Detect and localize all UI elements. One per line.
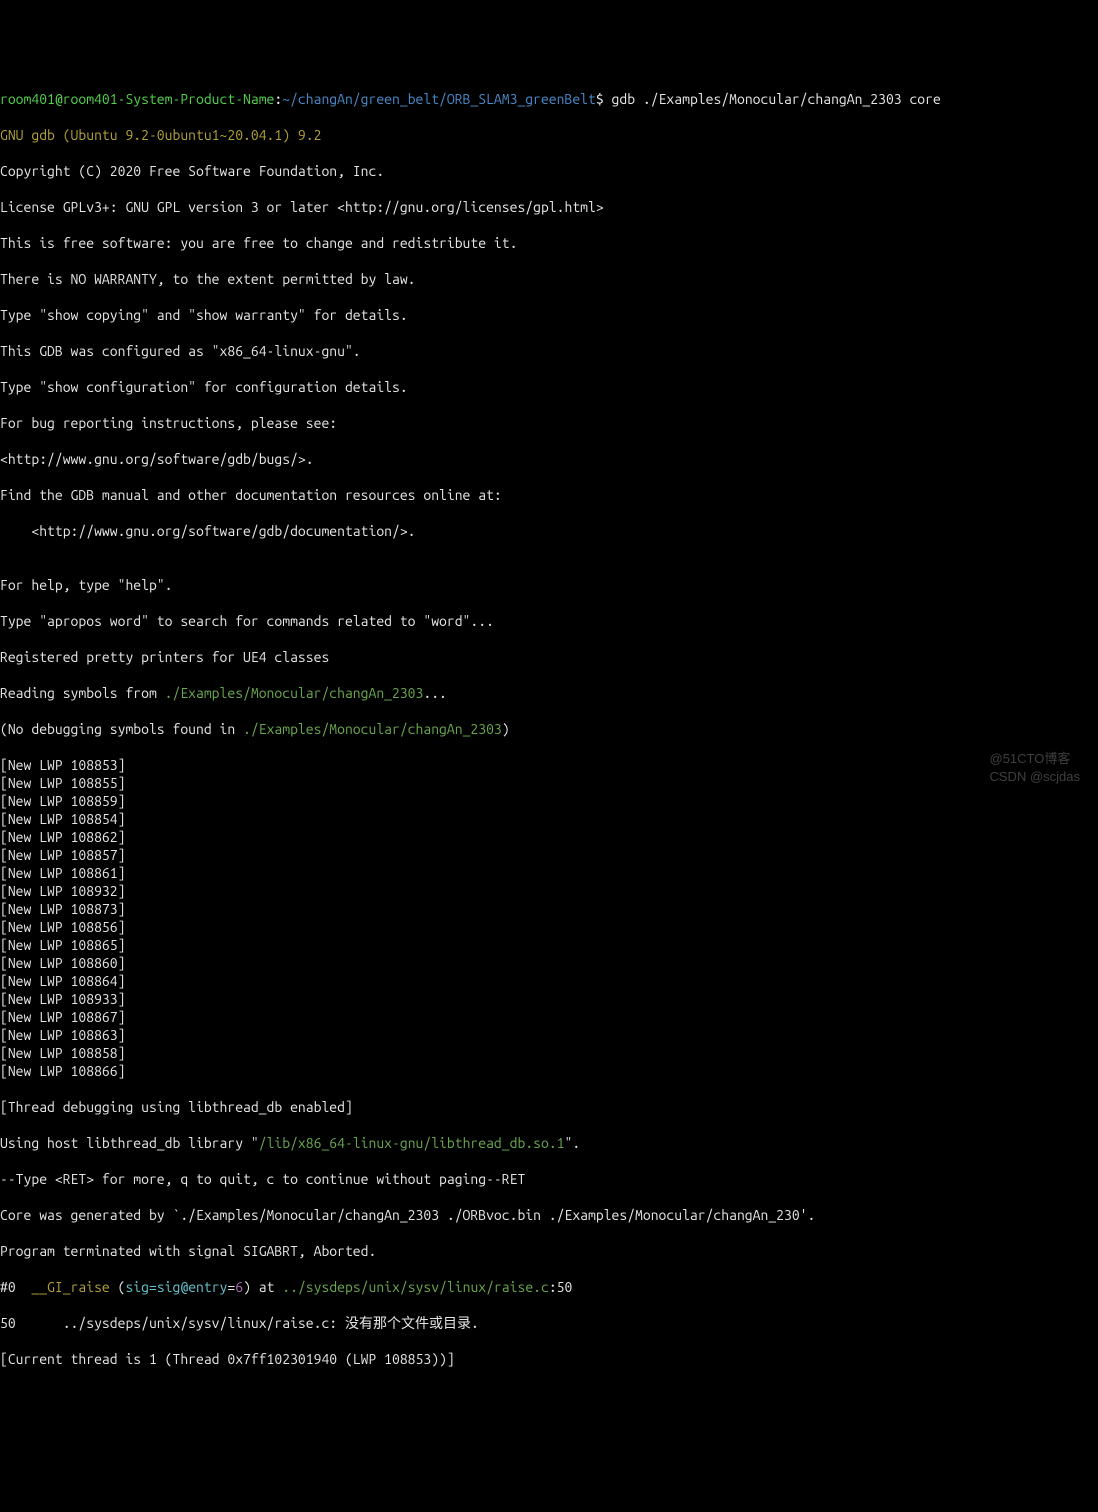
- lwp-line: [New LWP 108862]: [0, 828, 1098, 846]
- lwp-line: [New LWP 108932]: [0, 882, 1098, 900]
- frame-lineno: :50: [549, 1279, 573, 1295]
- lwp-line: [New LWP 108865]: [0, 936, 1098, 954]
- lwp-line: [New LWP 108866]: [0, 1062, 1098, 1080]
- lwp-line: [New LWP 108867]: [0, 1008, 1098, 1026]
- frame-arg: sig=sig@entry: [125, 1279, 227, 1295]
- doc-url: <http://www.gnu.org/software/gdb/documen…: [0, 522, 1098, 540]
- core-generated: Core was generated by `./Examples/Monocu…: [0, 1206, 1098, 1224]
- nodbg-path: ./Examples/Monocular/changAn_2303: [243, 721, 502, 737]
- frame-0: #0 __GI_raise (sig=sig@entry=6) at ../sy…: [0, 1278, 1098, 1296]
- lwp-line: [New LWP 108855]: [0, 774, 1098, 792]
- free-sw: This is free software: you are free to c…: [0, 234, 1098, 252]
- configured-as: This GDB was configured as "x86_64-linux…: [0, 342, 1098, 360]
- host-libthread-db: Using host libthread_db library "/lib/x8…: [0, 1134, 1098, 1152]
- nodbg-post: ): [502, 721, 510, 737]
- watermark-1: @51CTO博客: [990, 750, 1081, 768]
- reading-post: ...: [423, 685, 447, 701]
- frame-close: ) at: [243, 1279, 282, 1295]
- lwp-line: [New LWP 108933]: [0, 990, 1098, 1008]
- frame-path: ../sysdeps/unix/sysv/linux/raise.c: [282, 1279, 549, 1295]
- watermark: @51CTO博客 CSDN @scjdas: [990, 750, 1081, 786]
- hostlib-post: ".: [565, 1135, 581, 1151]
- no-debug-symbols: (No debugging symbols found in ./Example…: [0, 720, 1098, 738]
- lwp-line: [New LWP 108858]: [0, 1044, 1098, 1062]
- apropos-hint: Type "apropos word" to search for comman…: [0, 612, 1098, 630]
- lwp-line: [New LWP 108861]: [0, 864, 1098, 882]
- help-hint: For help, type "help".: [0, 576, 1098, 594]
- lwp-line: [New LWP 108857]: [0, 846, 1098, 864]
- lwp-line: [New LWP 108854]: [0, 810, 1098, 828]
- nodbg-pre: (No debugging symbols found in: [0, 721, 243, 737]
- lwp-line: [New LWP 108856]: [0, 918, 1098, 936]
- hostlib-pre: Using host libthread_db library ": [0, 1135, 259, 1151]
- reading-pre: Reading symbols from: [0, 685, 165, 701]
- show-config: Type "show configuration" for configurat…: [0, 378, 1098, 396]
- bug-url: <http://www.gnu.org/software/gdb/bugs/>.: [0, 450, 1098, 468]
- frame-open: (: [110, 1279, 126, 1295]
- copyright: Copyright (C) 2020 Free Software Foundat…: [0, 162, 1098, 180]
- lwp-line: [New LWP 108873]: [0, 900, 1098, 918]
- lwp-line: [New LWP 108860]: [0, 954, 1098, 972]
- show-copying: Type "show copying" and "show warranty" …: [0, 306, 1098, 324]
- current-thread: [Current thread is 1 (Thread 0x7ff102301…: [0, 1350, 1098, 1368]
- hostlib-path: /lib/x86_64-linux-gnu/libthread_db.so.1: [259, 1135, 565, 1151]
- manual-text: Find the GDB manual and other documentat…: [0, 486, 1098, 504]
- reading-symbols: Reading symbols from ./Examples/Monocula…: [0, 684, 1098, 702]
- watermark-2: CSDN @scjdas: [990, 768, 1081, 786]
- cwd: ~/changAn/green_belt/ORB_SLAM3_greenBelt: [282, 91, 596, 107]
- prompt-line[interactable]: room401@room401-System-Product-Name:~/ch…: [0, 90, 1098, 108]
- no-warranty: There is NO WARRANTY, to the extent perm…: [0, 270, 1098, 288]
- lwp-line: [New LWP 108864]: [0, 972, 1098, 990]
- command-text: gdb ./Examples/Monocular/changAn_2303 co…: [612, 91, 941, 107]
- user-host: room401@room401-System-Product-Name: [0, 91, 274, 107]
- frame-val: 6: [235, 1279, 243, 1295]
- source-line: 50 ../sysdeps/unix/sysv/linux/raise.c: 没…: [0, 1314, 1098, 1332]
- lwp-line: [New LWP 108853]: [0, 756, 1098, 774]
- license: License GPLv3+: GNU GPL version 3 or lat…: [0, 198, 1098, 216]
- pager-prompt[interactable]: --Type <RET> for more, q to quit, c to c…: [0, 1170, 1098, 1188]
- lwp-line: [New LWP 108859]: [0, 792, 1098, 810]
- program-terminated: Program terminated with signal SIGABRT, …: [0, 1242, 1098, 1260]
- reading-path: ./Examples/Monocular/changAn_2303: [165, 685, 424, 701]
- frame-fn: __GI_raise: [31, 1279, 109, 1295]
- gdb-version: GNU gdb (Ubuntu 9.2-0ubuntu1~20.04.1) 9.…: [0, 126, 1098, 144]
- bug-report: For bug reporting instructions, please s…: [0, 414, 1098, 432]
- thread-db-enabled: [Thread debugging using libthread_db ena…: [0, 1098, 1098, 1116]
- frame-idx: #0: [0, 1279, 31, 1295]
- frame-eq: =: [227, 1279, 235, 1295]
- dollar: $: [596, 91, 612, 107]
- pretty-printers: Registered pretty printers for UE4 class…: [0, 648, 1098, 666]
- lwp-line: [New LWP 108863]: [0, 1026, 1098, 1044]
- terminal[interactable]: room401@room401-System-Product-Name:~/ch…: [0, 72, 1098, 1386]
